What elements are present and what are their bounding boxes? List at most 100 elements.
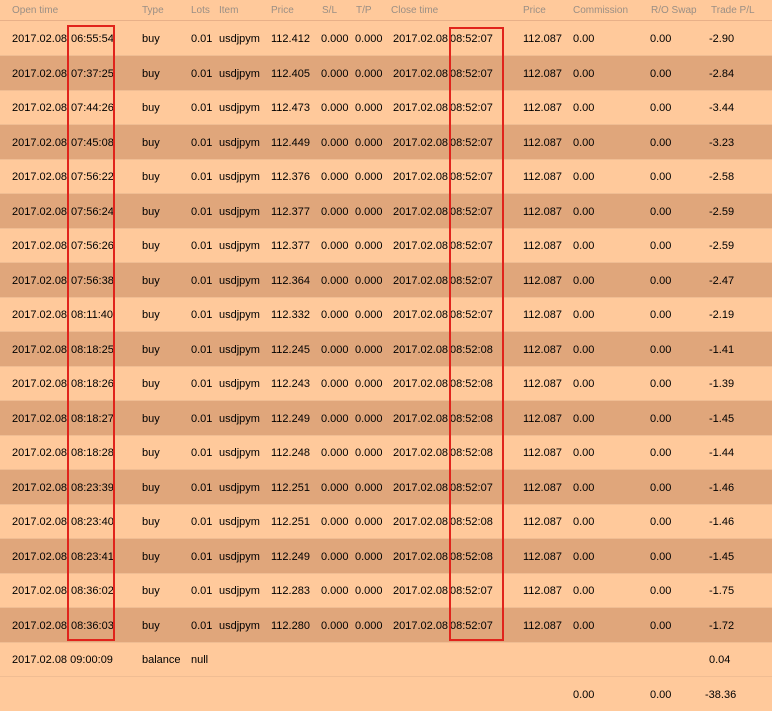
cell-lots: null [191, 654, 209, 666]
cell-sl: 0.000 [321, 275, 349, 287]
header-price[interactable]: Price [271, 5, 294, 16]
header-s-l[interactable]: S/L [322, 5, 337, 16]
cell-type: buy [142, 344, 160, 356]
total-pl: -38.36 [705, 689, 737, 701]
cell-sl: 0.000 [321, 516, 349, 528]
cell-close-date: 2017.02.08 [393, 68, 449, 80]
totals-row[interactable]: 0.00 0.00 -38.36 [0, 677, 772, 711]
table-row[interactable]: 2017.02.08 08:18:28 buy 0.01 usdjpym 112.248 0… [0, 435, 772, 470]
table-row[interactable]: 2017.02.08 08:11:40 buy 0.01 usdjpym 112.332 0… [0, 297, 772, 332]
cell-tp: 0.000 [355, 309, 383, 321]
cell-sl: 0.000 [321, 378, 349, 390]
cell-swap: 0.00 [650, 620, 672, 632]
cell-open-date: 2017.02.08 [12, 137, 68, 149]
header-open-time[interactable]: Open time [12, 5, 58, 16]
cell-close-price: 112.087 [523, 275, 562, 287]
table-row[interactable]: 2017.02.08 07:56:38 buy 0.01 usdjpym 112.364 0… [0, 263, 772, 298]
cell-lots: 0.01 [191, 551, 213, 563]
table-row[interactable]: 2017.02.08 08:18:27 buy 0.01 usdjpym 112.249 0… [0, 401, 772, 436]
header-close-time[interactable]: Close time [391, 5, 438, 16]
cell-commission: 0.00 [573, 68, 595, 80]
cell-lots: 0.01 [191, 102, 213, 114]
header-lots[interactable]: Lots [191, 5, 210, 16]
table-row[interactable]: 2017.02.08 07:44:26 buy 0.01 usdjpym 112.473 0… [0, 90, 772, 125]
table-row[interactable]: 2017.02.08 07:56:22 buy 0.01 usdjpym 112.376 0… [0, 159, 772, 194]
cell-open-date: 2017.02.08 [12, 585, 68, 597]
cell-item: usdjpym [219, 447, 260, 459]
balance-row[interactable]: 2017.02.08 09:00:09 balance null 0.04 [0, 642, 772, 677]
cell-pl: -1.72 [709, 620, 735, 632]
cell-type: buy [142, 33, 160, 45]
table-row[interactable]: 2017.02.08 07:37:25 buy 0.01 usdjpym 112.405 0… [0, 56, 772, 91]
cell-open-date: 2017.02.08 [12, 516, 68, 528]
cell-open-date: 2017.02.08 [12, 68, 68, 80]
cell-close-date: 2017.02.08 [393, 413, 449, 425]
table-row[interactable]: 2017.02.08 07:45:08 buy 0.01 usdjpym 112.449 0… [0, 125, 772, 160]
cell-lots: 0.01 [191, 33, 213, 45]
cell-type: buy [142, 378, 160, 390]
cell-lots: 0.01 [191, 482, 213, 494]
cell-item: usdjpym [219, 171, 260, 183]
table-row[interactable]: 2017.02.08 08:36:03 buy 0.01 usdjpym 112.280 0… [0, 608, 772, 643]
table-row[interactable]: 2017.02.08 06:55:54 buy 0.01 usdjpym 112.412 0… [0, 21, 772, 56]
cell-item: usdjpym [219, 137, 260, 149]
cell-pl: -3.44 [709, 102, 735, 114]
cell-item: usdjpym [219, 33, 260, 45]
cell-item: usdjpym [219, 206, 260, 218]
cell-pl: -1.75 [709, 585, 735, 597]
cell-tp: 0.000 [355, 275, 383, 287]
cell-commission: 0.00 [573, 240, 595, 252]
cell-close-price: 112.087 [523, 33, 562, 45]
cell-tp: 0.000 [355, 482, 383, 494]
cell-pl: -1.46 [709, 516, 735, 528]
header-item[interactable]: Item [219, 5, 238, 16]
open-time-highlight [67, 25, 115, 641]
cell-tp: 0.000 [355, 413, 383, 425]
cell-lots: 0.01 [191, 275, 213, 287]
cell-pl: -1.45 [709, 413, 735, 425]
table-row[interactable]: 2017.02.08 08:23:41 buy 0.01 usdjpym 112.249 0… [0, 539, 772, 574]
cell-tp: 0.000 [355, 378, 383, 390]
cell-commission: 0.00 [573, 413, 595, 425]
table-row[interactable]: 2017.02.08 08:23:39 buy 0.01 usdjpym 112.251 0… [0, 470, 772, 505]
cell-close-date: 2017.02.08 [393, 137, 449, 149]
cell-lots: 0.01 [191, 68, 213, 80]
cell-swap: 0.00 [650, 344, 672, 356]
cell-price: 112.245 [271, 344, 310, 356]
cell-close-date: 2017.02.08 [393, 240, 449, 252]
cell-close-date: 2017.02.08 [393, 447, 449, 459]
table-row[interactable]: 2017.02.08 08:18:26 buy 0.01 usdjpym 112.243 0… [0, 366, 772, 401]
header-price[interactable]: Price [523, 5, 546, 16]
cell-type: buy [142, 447, 160, 459]
cell-price: 112.377 [271, 206, 310, 218]
cell-commission: 0.00 [573, 516, 595, 528]
header-commission[interactable]: Commission [573, 5, 628, 16]
header-t-p[interactable]: T/P [356, 5, 372, 16]
cell-price: 112.249 [271, 413, 310, 425]
cell-open-date: 2017.02.08 [12, 482, 68, 494]
cell-pl: -1.44 [709, 447, 735, 459]
cell-lots: 0.01 [191, 413, 213, 425]
table-row[interactable]: 2017.02.08 08:23:40 buy 0.01 usdjpym 112.251 0… [0, 504, 772, 539]
table-row[interactable]: 2017.02.08 08:36:02 buy 0.01 usdjpym 112.283 0… [0, 573, 772, 608]
cell-tp: 0.000 [355, 585, 383, 597]
cell-swap: 0.00 [650, 275, 672, 287]
header-type[interactable]: Type [142, 5, 164, 16]
cell-lots: 0.01 [191, 620, 213, 632]
cell-pl: 0.04 [709, 654, 731, 666]
header-trade-p-l[interactable]: Trade P/L [711, 5, 755, 16]
cell-lots: 0.01 [191, 378, 213, 390]
cell-type: buy [142, 68, 160, 80]
cell-close-date: 2017.02.08 [393, 344, 449, 356]
table-row[interactable]: 2017.02.08 07:56:26 buy 0.01 usdjpym 112.377 0… [0, 228, 772, 263]
close-time-highlight [449, 27, 504, 641]
cell-lots: 0.01 [191, 206, 213, 218]
cell-tp: 0.000 [355, 171, 383, 183]
cell-open-date: 2017.02.08 [12, 206, 68, 218]
table-row[interactable]: 2017.02.08 07:56:24 buy 0.01 usdjpym 112.377 0… [0, 194, 772, 229]
cell-commission: 0.00 [573, 206, 595, 218]
header-r-o-swap[interactable]: R/O Swap [651, 5, 697, 16]
cell-commission: 0.00 [573, 275, 595, 287]
cell-lots: 0.01 [191, 344, 213, 356]
table-row[interactable]: 2017.02.08 08:18:25 buy 0.01 usdjpym 112.245 0… [0, 332, 772, 367]
